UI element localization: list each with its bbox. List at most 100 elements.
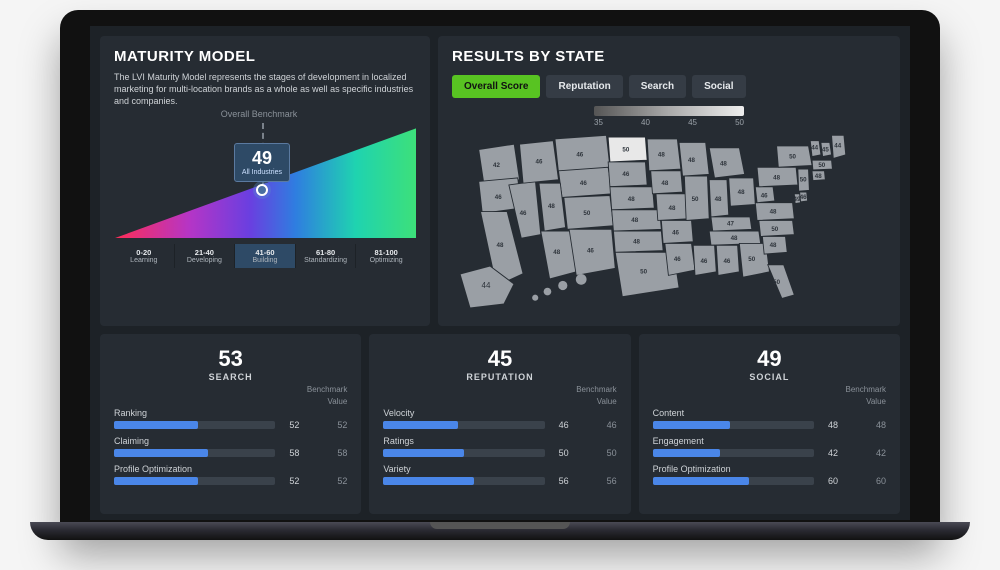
svg-text:48: 48: [627, 196, 634, 203]
svg-text:46: 46: [723, 258, 730, 265]
maturity-stage[interactable]: 61-80Standardizing: [296, 244, 357, 268]
results-tab[interactable]: Overall Score: [452, 75, 540, 98]
metric-bar: [383, 449, 544, 457]
results-panel: RESULTS BY STATE Overall Score Reputation…: [438, 36, 900, 326]
metric-benchmark: 60: [864, 476, 886, 486]
svg-text:48: 48: [631, 217, 638, 224]
results-tab[interactable]: Social: [692, 75, 745, 98]
svg-text:47: 47: [727, 221, 734, 228]
metric-value: 48: [828, 420, 850, 430]
benchmark-header: BenchmarkValue: [114, 386, 347, 406]
card-score: 49: [653, 346, 886, 372]
svg-text:50: 50: [771, 226, 778, 233]
metric-benchmark: 48: [864, 420, 886, 430]
results-tabs: Overall Score Reputation Search Social: [452, 75, 886, 98]
svg-text:48: 48: [769, 208, 776, 215]
svg-text:50: 50: [818, 162, 825, 169]
svg-text:48: 48: [773, 175, 780, 182]
metric-row: Content 48 48: [653, 408, 886, 430]
metric-name: Ranking: [114, 408, 147, 418]
svg-text:46: 46: [674, 256, 681, 263]
svg-text:48: 48: [661, 180, 668, 187]
dashboard-screen: MATURITY MODEL The LVI Maturity Model re…: [90, 26, 910, 520]
svg-text:50: 50: [583, 210, 590, 217]
svg-text:48: 48: [714, 196, 721, 203]
metric-row: Velocity4646: [383, 408, 616, 430]
svg-text:48: 48: [496, 242, 503, 249]
svg-text:50: 50: [799, 176, 806, 183]
svg-text:50: 50: [622, 146, 629, 153]
metric-bar: [653, 449, 814, 457]
svg-text:48: 48: [553, 249, 560, 256]
svg-text:48: 48: [737, 189, 744, 196]
metric-bar: [653, 477, 814, 485]
metric-value: 42: [828, 448, 850, 458]
card-label: SOCIAL: [653, 372, 886, 382]
metric-value: 60: [828, 476, 850, 486]
metric-row: Ranking5252: [114, 408, 347, 430]
maturity-score-sub: All Industries: [237, 169, 287, 177]
svg-text:48: 48: [658, 152, 665, 159]
metric-name: Profile Optimization: [114, 464, 192, 474]
svg-text:48: 48: [730, 235, 737, 242]
card-label: SEARCH: [114, 372, 347, 382]
laptop-base: [30, 522, 970, 540]
svg-text:46: 46: [672, 230, 679, 237]
metric-row: Claiming 58 58: [114, 436, 347, 458]
maturity-panel: MATURITY MODEL The LVI Maturity Model re…: [100, 36, 430, 326]
maturity-score-marker: [256, 184, 268, 196]
metric-row: Engagement4242: [653, 436, 886, 458]
benchmark-header: BenchmarkValue: [653, 386, 886, 406]
metric-row: Profile Optimization 52 52: [114, 464, 347, 486]
maturity-score-box[interactable]: 49 All Industries: [234, 143, 290, 182]
laptop-frame: MATURITY MODEL The LVI Maturity Model re…: [60, 10, 940, 530]
map-legend: 35404550: [594, 106, 744, 127]
metric-row: Ratings5050: [383, 436, 616, 458]
svg-text:44: 44: [811, 145, 818, 152]
svg-text:49: 49: [793, 196, 800, 203]
metric-value: 52: [289, 420, 311, 430]
metric-bar: [383, 421, 544, 429]
maturity-stage[interactable]: 21-40Developing: [175, 244, 236, 268]
metric-bar: [114, 449, 275, 457]
metric-benchmark: 58: [325, 448, 347, 458]
svg-text:46: 46: [580, 180, 587, 187]
svg-text:42: 42: [493, 162, 500, 169]
results-tab[interactable]: Search: [629, 75, 686, 98]
maturity-stage[interactable]: 41-60Building: [235, 244, 296, 268]
legend-ticks: 35404550: [594, 118, 744, 127]
card-score: 53: [114, 346, 347, 372]
svg-text:46: 46: [760, 192, 767, 199]
score-card: 45REPUTATIONBenchmarkValueVelocity4646Ra…: [369, 334, 630, 514]
svg-text:45: 45: [822, 146, 829, 153]
maturity-stages: 0-20Learning21-40Developing41-60Building…: [114, 244, 416, 268]
metric-benchmark: 52: [325, 476, 347, 486]
svg-text:44: 44: [834, 143, 841, 150]
svg-text:50: 50: [640, 269, 647, 276]
svg-text:48: 48: [688, 157, 695, 164]
svg-text:48: 48: [769, 242, 776, 249]
metric-bar: [653, 421, 814, 429]
svg-text:46: 46: [700, 258, 707, 265]
metric-name: Variety: [383, 464, 410, 474]
maturity-title: MATURITY MODEL: [114, 48, 416, 65]
svg-text:46: 46: [587, 247, 594, 254]
metric-bar: [114, 421, 275, 429]
metric-name: Velocity: [383, 408, 414, 418]
maturity-stage[interactable]: 0-20Learning: [114, 244, 175, 268]
svg-text:48: 48: [814, 173, 821, 180]
metric-value: 58: [289, 448, 311, 458]
metric-name: Content: [653, 408, 685, 418]
svg-text:48: 48: [548, 203, 555, 210]
results-title: RESULTS BY STATE: [452, 48, 886, 65]
metric-bar: [383, 477, 544, 485]
alaska-hawaii: 44: [458, 264, 603, 310]
maturity-stage[interactable]: 81-100Optimizing: [356, 244, 416, 268]
svg-text:50: 50: [773, 279, 780, 286]
benchmark-header: BenchmarkValue: [383, 386, 616, 406]
svg-text:50: 50: [748, 256, 755, 263]
metric-benchmark: 56: [595, 476, 617, 486]
results-tab[interactable]: Reputation: [546, 75, 622, 98]
metric-value: 52: [289, 476, 311, 486]
metric-name: Claiming: [114, 436, 149, 446]
